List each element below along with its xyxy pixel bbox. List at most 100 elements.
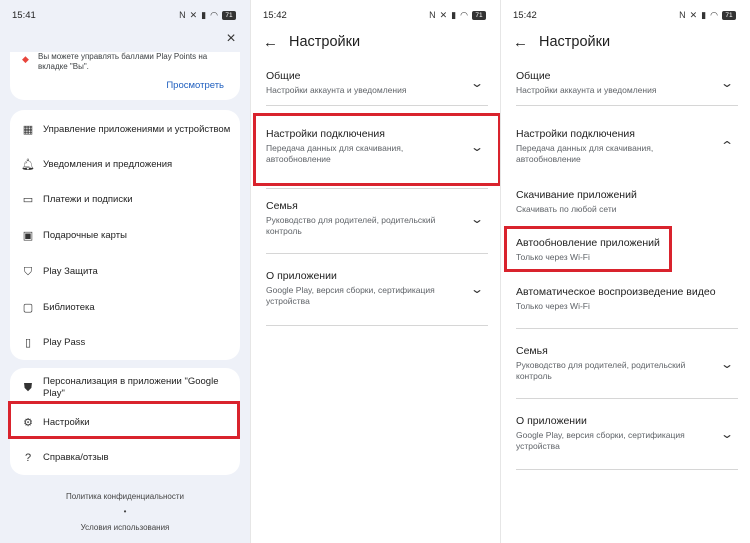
card-icon: ▭ [22, 193, 34, 206]
menu-item-help[interactable]: ? Справка/отзыв [10, 440, 240, 475]
row-title: О приложении [516, 415, 587, 427]
menu-item-personalization[interactable]: ⛊ Персонализация в приложении "Google Pl… [10, 371, 240, 405]
mute-icon: ✕ [439, 10, 448, 20]
row-title: Настройки подключения [516, 128, 635, 140]
folder-icon: ▢ [22, 301, 34, 314]
account-menu-panel: 15:41 N ✕ ▮ ◠ 71 × ◆ Вы можете управлять… [0, 0, 250, 543]
row-subtitle: Настройки аккаунта и уведомления [516, 85, 657, 95]
chevron-down-icon: ⌄ [719, 357, 735, 371]
chevron-up-icon: ⌄ [719, 138, 735, 152]
row-subtitle: Руководство для родителей, родительский … [516, 360, 686, 381]
row-subtitle: Google Play, версия сборки, сертификация… [516, 430, 685, 451]
menu-item-play-pass[interactable]: ▯ Play Pass [10, 325, 240, 360]
settings-panel: 15:42 N ✕ ▮ ◠ 71 ← Настройки Общие Настр… [250, 0, 500, 543]
status-bar: 15:42 N ✕ ▮ ◠ 71 [263, 10, 486, 24]
menu-item-play-protect[interactable]: ⛉ Play Защита [10, 254, 240, 289]
menu-item-label: Play Pass [43, 336, 86, 348]
play-points-text: Вы можете управлять баллами Play Points … [38, 52, 208, 71]
menu-item-library[interactable]: ▢ Библиотека [10, 290, 240, 325]
close-icon[interactable]: × [222, 30, 240, 48]
menu-item-manage-apps[interactable]: ▦ Управление приложениями и устройством [10, 112, 240, 147]
auto-update-highlight-frame [504, 226, 672, 272]
settings-row-about[interactable]: О приложении Google Play, версия сборки,… [516, 415, 738, 452]
status-bar: 15:42 N ✕ ▮ ◠ 71 [513, 10, 736, 24]
settings-row-general[interactable]: Общие Настройки аккаунта и уведомления ⌄ [266, 70, 488, 96]
divider [516, 105, 738, 106]
menu-item-label: Персонализация в приложении "Google Play… [43, 376, 219, 399]
row-subtitle: Google Play, версия сборки, сертификация… [266, 285, 435, 306]
row-title: Скачивание приложений [516, 189, 637, 201]
menu-item-payments[interactable]: ▭ Платежи и подписки [10, 182, 240, 217]
divider [266, 325, 488, 326]
settings-row-app-download[interactable]: Скачивание приложений Скачивать по любой… [516, 189, 738, 215]
row-title: О приложении [266, 270, 337, 282]
row-subtitle: Передача данных для скачивания, автообно… [516, 143, 654, 164]
row-title: Автоматическое воспроизведение видео [516, 286, 716, 298]
personalize-icon: ⛊ [23, 382, 33, 394]
chevron-down-icon: ⌄ [469, 76, 485, 90]
divider [266, 253, 488, 254]
page-title: Настройки [289, 34, 361, 50]
grid-icon: ▦ [22, 123, 34, 136]
row-title: Семья [266, 200, 298, 212]
row-subtitle: Настройки аккаунта и уведомления [266, 85, 407, 95]
status-icons: N ✕ ▮ ◠ 71 [429, 10, 486, 20]
back-arrow-icon[interactable]: ← [263, 34, 281, 51]
chevron-down-icon: ⌄ [719, 427, 735, 441]
battery-icon: 71 [472, 10, 486, 20]
settings-expanded-panel: 15:42 N ✕ ▮ ◠ 71 ← Настройки Общие Настр… [500, 0, 750, 543]
shield-icon: ⛉ [23, 265, 33, 278]
terms-link[interactable]: Условия использования [0, 523, 250, 532]
signal-icon: ▮ [451, 10, 457, 20]
privacy-policy-link[interactable]: Политика конфиденциальности [0, 492, 250, 501]
nfc-icon: N [679, 10, 686, 20]
wifi-icon: ◠ [210, 10, 218, 20]
chevron-down-icon: ⌄ [469, 282, 485, 296]
divider [266, 105, 488, 106]
menu-card: ▦ Управление приложениями и устройством … [10, 110, 240, 360]
chevron-down-icon: ⌄ [469, 212, 485, 226]
settings-row-family[interactable]: Семья Руководство для родителей, родител… [266, 200, 488, 237]
bell-icon: 🔔︎ [21, 158, 35, 171]
signal-icon: ▮ [701, 10, 707, 20]
page-title: Настройки [539, 34, 611, 50]
mute-icon: ✕ [189, 10, 198, 20]
nfc-icon: N [429, 10, 436, 20]
back-arrow-icon[interactable]: ← [513, 34, 531, 51]
bookmark-icon: ▯ [24, 336, 32, 349]
menu-item-gift-cards[interactable]: ▣ Подарочные карты [10, 218, 240, 253]
divider [516, 398, 738, 399]
menu-item-label: Справка/отзыв [43, 451, 109, 463]
status-icons: N ✕ ▮ ◠ 71 [179, 10, 236, 20]
divider [516, 328, 738, 329]
play-points-icon: ◆ [22, 54, 29, 64]
menu-item-notifications[interactable]: 🔔︎ Уведомления и предложения [10, 147, 240, 182]
settings-row-about[interactable]: О приложении Google Play, версия сборки,… [266, 270, 488, 307]
mute-icon: ✕ [689, 10, 698, 20]
settings-row-video-autoplay[interactable]: Автоматическое воспроизведение видео Тол… [516, 286, 738, 312]
divider [516, 469, 738, 470]
row-subtitle: Руководство для родителей, родительский … [266, 215, 436, 236]
app-bar: ← Настройки [513, 30, 610, 54]
wifi-icon: ◠ [460, 10, 468, 20]
footer-dot: • [123, 507, 127, 516]
menu-item-label: Управление приложениями и устройством [43, 123, 231, 135]
view-button[interactable]: Просмотреть [166, 80, 224, 91]
settings-highlight-frame [8, 401, 240, 439]
settings-row-general[interactable]: Общие Настройки аккаунта и уведомления ⌄ [516, 70, 738, 96]
signal-icon: ▮ [201, 10, 207, 20]
help-icon: ? [24, 451, 32, 464]
settings-row-connection[interactable]: Настройки подключения Передача данных дл… [516, 128, 738, 165]
menu-item-label: Play Защита [43, 265, 98, 277]
settings-row-family[interactable]: Семья Руководство для родителей, родител… [516, 345, 738, 382]
row-title: Общие [516, 70, 551, 82]
status-bar: 15:41 N ✕ ▮ ◠ 71 [12, 10, 236, 24]
row-title: Общие [266, 70, 301, 82]
chevron-down-icon: ⌄ [719, 76, 735, 90]
row-title: Семья [516, 345, 548, 357]
menu-item-label: Платежи и подписки [43, 193, 133, 205]
menu-item-label: Библиотека [43, 301, 95, 313]
menu-item-label: Уведомления и предложения [43, 158, 173, 170]
menu-item-label: Подарочные карты [43, 229, 127, 241]
app-bar: ← Настройки [263, 30, 360, 54]
